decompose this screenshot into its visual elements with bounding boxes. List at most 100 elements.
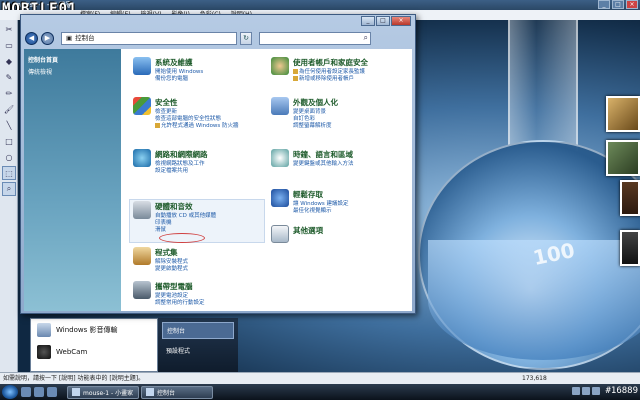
category-title[interactable]: 使用者帳戶和家庭安全 [293,57,368,68]
start-item-default-programs[interactable]: 預設程式 [162,343,234,358]
webcam-icon [37,345,51,359]
category-link[interactable]: 調整常用的行動設定 [155,300,205,307]
other-options-icon [271,225,289,243]
category-link[interactable]: 變更電池設定 [155,293,205,300]
free-select-icon[interactable]: ✂ [2,22,16,36]
maximize-button[interactable]: □ [376,16,390,26]
status-help-text: 如需說明，請按一下 [說明] 功能表中的 [說明主題]。 [3,375,145,382]
category-system: 系統及維護 開始使用 Windows 備份您的電腦 [133,57,265,83]
category-title[interactable]: 安全性 [155,97,239,108]
start-item-label: Windows 影音傳輸 [56,326,118,334]
category-title[interactable]: 網路和網際網路 [155,149,208,160]
start-item-media-transfer[interactable]: Windows 影音傳輸 [31,319,157,341]
category-title[interactable]: 程式集 [155,247,188,258]
start-item-webcam[interactable]: WebCam [31,341,157,363]
pick-color-icon[interactable]: ✎ [2,70,16,84]
photo-thumbnail [620,180,640,216]
taskbar-item-paint[interactable]: mouse-1 - 小畫家 [67,385,139,399]
category-view: 系統及維護 開始使用 Windows 備份您的電腦 使用者帳戶和家庭安全 為任何… [121,49,412,311]
select-icon[interactable]: ⬚ [2,166,16,180]
tray-icon[interactable] [582,387,590,395]
tray-icon[interactable] [572,387,580,395]
category-link[interactable]: 允許程式通過 Windows 防火牆 [161,123,239,129]
category-title[interactable]: 系統及維護 [155,57,203,68]
sidebar-item-classic-view[interactable]: 傳統檢視 [28,67,117,76]
category-link[interactable]: 自動播放 CD 或其他媒體 [155,213,216,220]
refresh-icon[interactable]: ↻ [240,31,252,45]
start-menu: Windows 影音傳輸 WebCam 控制台 預設程式 [30,318,238,372]
search-icon[interactable]: ⌕ [364,33,368,43]
category-other-options: 其他選項 [271,225,403,243]
show-desktop-icon[interactable] [21,387,31,397]
category-link[interactable]: 設定檔案共用 [155,168,208,175]
switch-windows-icon[interactable] [34,387,44,397]
network-globe-icon [133,149,151,167]
photo-thumbnail [620,230,640,266]
category-link[interactable]: 讓 Windows 建議設定 [293,201,349,208]
brush-icon[interactable]: 🖌 [2,102,16,116]
minimize-button[interactable]: _ [361,16,375,26]
search-input[interactable]: ⌕ [259,31,371,45]
category-link[interactable]: 開始使用 Windows [155,69,203,76]
volume-icon[interactable] [592,387,600,395]
back-icon[interactable]: ◀ [25,31,38,45]
category-link[interactable]: 解除安裝程式 [155,259,188,266]
start-menu-places: 控制台 預設程式 [158,318,238,372]
category-title[interactable]: 輕鬆存取 [293,189,349,200]
category-ease-of-access: 輕鬆存取 讓 Windows 建議設定 最佳化視覺顯示 [271,189,403,215]
close-button[interactable]: × [391,16,411,26]
appearance-icon [271,97,289,115]
category-hardware-sound: 硬體和音效 自動播放 CD 或其他媒體 印表機 滑鼠 [133,201,265,234]
control-panel-icon [146,388,154,396]
category-network: 網路和網際網路 檢視網路狀態及工作 設定檔案共用 [133,149,265,175]
user-accounts-icon [271,57,289,75]
category-title[interactable]: 外觀及個人化 [293,97,338,108]
transfer-icon [37,323,51,337]
category-link[interactable]: 自訂色彩 [293,116,338,123]
category-link[interactable]: 備份您的電腦 [155,76,203,83]
category-mobile-pc: 攜帶型電腦 變更電池設定 調整常用的行動設定 [133,281,265,307]
eraser-icon[interactable]: ▭ [2,38,16,52]
category-link[interactable]: 檢視網路狀態及工作 [155,161,208,168]
category-link[interactable]: 檢查更新 [155,109,239,116]
paint-toolbox: ✂ ▭ ◆ ✎ ✏ 🖌 ╲ □ ○ ⬚ ⌕ [0,20,18,372]
category-link-mouse[interactable]: 滑鼠 [155,227,216,234]
rectangle-icon[interactable]: □ [2,134,16,148]
start-orb-icon[interactable] [2,385,18,399]
category-security: 安全性 檢查更新 檢查這部電腦的安全性狀態 允許程式通過 Windows 防火牆 [133,97,265,130]
minimize-button[interactable]: _ [598,0,610,9]
breadcrumb[interactable]: 控制台 [75,33,95,44]
category-appearance: 外觀及個人化 變更桌面背景 自訂色彩 調整螢幕解析度 [271,97,403,130]
category-link[interactable]: 變更桌面背景 [293,109,338,116]
close-button[interactable]: × [626,0,638,9]
category-link[interactable]: 新增或移除使用者帳戶 [299,76,354,82]
category-link[interactable]: 印表機 [155,220,216,227]
category-title[interactable]: 攜帶型電腦 [155,281,205,292]
category-user-accounts: 使用者帳戶和家庭安全 為任何使用者設定家長監護 新增或移除使用者帳戶 [271,57,403,83]
start-item-label: WebCam [56,348,88,356]
window-controls: _ □ × [361,16,411,26]
taskbar-item-label: 控制台 [157,389,176,397]
category-link[interactable]: 變更啟動程式 [155,266,188,273]
address-bar[interactable]: ▣ 控制台 [61,31,237,45]
category-link[interactable]: 變更鍵盤或其他輸入方法 [293,161,354,168]
taskbar-item-control-panel[interactable]: 控制台 [141,385,213,399]
fill-icon[interactable]: ◆ [2,54,16,68]
sidebar-item-home[interactable]: 控制台首頁 [28,55,117,64]
pencil-icon[interactable]: ✏ [2,86,16,100]
category-link[interactable]: 最佳化視覺顯示 [293,208,349,215]
category-title[interactable]: 時鐘、語言和區域 [293,149,354,160]
category-link[interactable]: 檢查這部電腦的安全性狀態 [155,116,239,123]
magnifier-icon[interactable]: ⌕ [2,182,16,196]
ellipse-icon[interactable]: ○ [2,150,16,164]
category-link[interactable]: 調整螢幕解析度 [293,123,338,130]
maximize-button[interactable]: □ [612,0,624,9]
start-item-control-panel[interactable]: 控制台 [162,322,234,339]
media-player-icon[interactable] [47,387,57,397]
line-icon[interactable]: ╲ [2,118,16,132]
forward-icon[interactable]: ▶ [41,31,54,45]
category-title[interactable]: 硬體和音效 [155,201,216,212]
category-link[interactable]: 為任何使用者設定家長監護 [299,69,365,75]
photo-thumbnail [606,96,640,132]
category-title[interactable]: 其他選項 [293,225,323,236]
